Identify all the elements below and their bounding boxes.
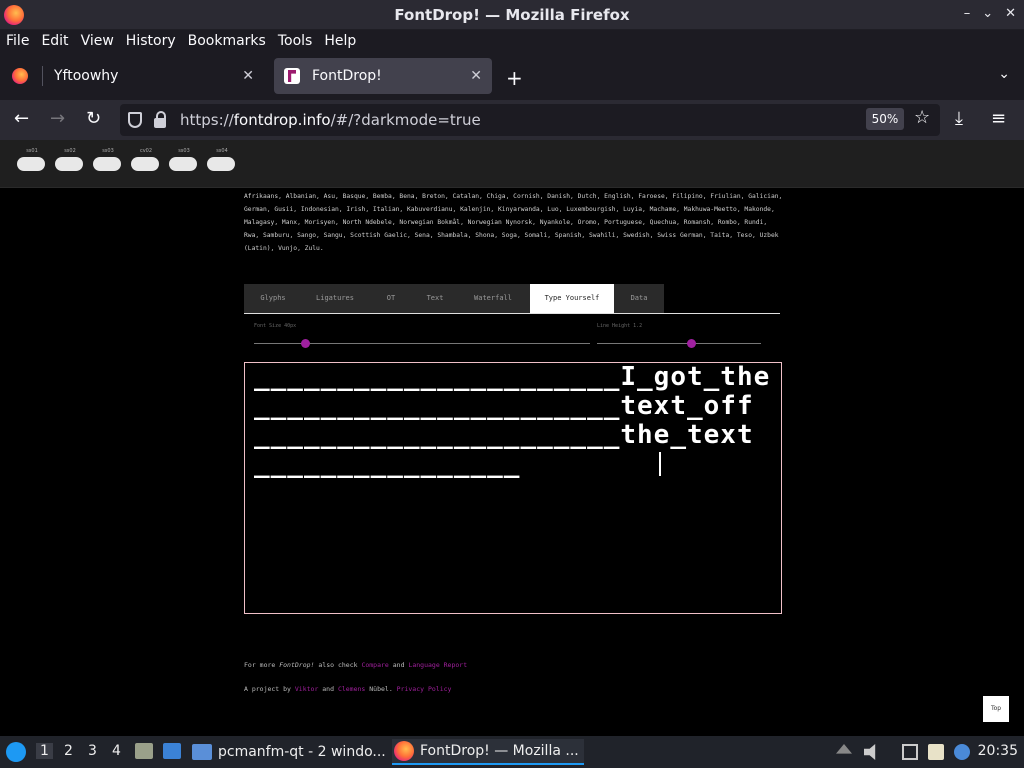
menu-edit[interactable]: Edit xyxy=(41,33,68,49)
fd-tab-type-yourself[interactable]: Type Yourself xyxy=(530,284,614,313)
toggle-switch[interactable] xyxy=(169,157,197,171)
font-size-label: Font Size 40px xyxy=(254,323,297,329)
desktop-icon[interactable] xyxy=(163,743,181,759)
fd-tab-glyphs[interactable]: Glyphs xyxy=(244,284,302,313)
viktor-link[interactable]: Viktor xyxy=(295,685,318,693)
navigation-toolbar: ← → ↻ https://fontdrop.info/#/?darkmode=… xyxy=(0,100,1024,140)
menu-tools[interactable]: Tools xyxy=(278,33,313,49)
forward-button[interactable]: → xyxy=(50,108,65,129)
tab-fontdrop[interactable]: FontDrop! ✕ xyxy=(274,58,492,94)
toggle-switch[interactable] xyxy=(93,157,121,171)
downloads-icon[interactable]: ⤓ xyxy=(955,108,963,129)
new-tab-button[interactable]: + xyxy=(506,66,523,90)
task-label: FontDrop! — Mozilla ... xyxy=(420,743,579,759)
footer-line-1: For more FontDrop! also check Compare an… xyxy=(244,661,468,669)
minimize-button[interactable]: – xyxy=(964,6,971,21)
typed-line-3: ______________________the_text xyxy=(254,420,754,450)
tab-label: FontDrop! xyxy=(312,68,382,84)
feature-toggles-bar: ss01 ss02 ss03 cv02 ss03 ss04 xyxy=(0,140,1024,188)
zoom-level-button[interactable]: 50% xyxy=(866,108,904,130)
toggle-ss02[interactable]: ss02 xyxy=(55,148,85,171)
workspace-1[interactable]: 1 xyxy=(36,743,53,759)
privacy-policy-link[interactable]: Privacy Policy xyxy=(397,685,452,693)
menu-bar: File Edit View History Bookmarks Tools H… xyxy=(0,30,1024,52)
menu-view[interactable]: View xyxy=(81,33,114,49)
web-content: ss01 ss02 ss03 cv02 ss03 ss04 Afrikaans,… xyxy=(0,140,1024,736)
supported-languages-text: Afrikaans, Albanian, Asu, Basque, Bemba,… xyxy=(244,193,783,252)
footer-line-2: A project by Viktor and Clemens Nübel. P… xyxy=(244,685,452,693)
list-all-tabs-button[interactable]: ⌄ xyxy=(998,66,1010,82)
start-menu-icon[interactable] xyxy=(6,742,26,762)
url-text[interactable]: https://fontdrop.info/#/?darkmode=true xyxy=(180,111,481,129)
tray-up-arrow-icon[interactable] xyxy=(836,744,852,754)
line-height-label: Line Height 1.2 xyxy=(597,323,643,329)
line-height-slider-thumb[interactable] xyxy=(687,339,696,348)
menu-bookmarks[interactable]: Bookmarks xyxy=(188,33,266,49)
firefox-logo-icon xyxy=(4,5,24,25)
archive-app-icon[interactable] xyxy=(135,743,153,759)
tab-strip: Yftoowhy ✕ FontDrop! ✕ + ⌄ xyxy=(0,52,1024,100)
volume-icon[interactable] xyxy=(864,744,876,760)
maximize-button[interactable]: ⌄ xyxy=(982,6,993,21)
task-pcmanfm[interactable]: pcmanfm-qt - 2 windo... xyxy=(192,739,388,765)
text-caret xyxy=(659,452,661,476)
tab-close-icon[interactable]: ✕ xyxy=(242,68,254,84)
toggle-ss03b[interactable]: ss03 xyxy=(169,148,199,171)
folder-icon xyxy=(192,744,212,760)
network-icon[interactable] xyxy=(902,744,918,760)
notification-icon[interactable] xyxy=(954,744,970,760)
close-window-button[interactable]: ✕ xyxy=(1005,6,1016,21)
scroll-top-button[interactable]: Top xyxy=(983,696,1009,722)
tab-close-icon[interactable]: ✕ xyxy=(470,68,482,84)
toggle-switch[interactable] xyxy=(17,157,45,171)
tab-label: Yftoowhy xyxy=(54,68,119,84)
workspace-4[interactable]: 4 xyxy=(112,743,121,759)
lock-icon[interactable] xyxy=(154,111,166,128)
tracking-protection-shield-icon[interactable] xyxy=(128,112,142,128)
taskbar: 1 2 3 4 pcmanfm-qt - 2 windo... FontDrop… xyxy=(0,736,1024,768)
window-title: FontDrop! — Mozilla Firefox xyxy=(394,5,630,24)
tab-separator xyxy=(42,66,43,86)
url-bar[interactable]: https://fontdrop.info/#/?darkmode=true xyxy=(120,104,940,136)
font-size-slider-thumb[interactable] xyxy=(301,339,310,348)
menu-file[interactable]: File xyxy=(6,33,29,49)
toggle-ss01[interactable]: ss01 xyxy=(17,148,47,171)
typed-line-4: ________________ xyxy=(254,449,521,479)
toggle-switch[interactable] xyxy=(131,157,159,171)
language-report-link[interactable]: Language Report xyxy=(408,661,467,669)
fd-tab-ot[interactable]: OT xyxy=(368,284,414,313)
workspace-3[interactable]: 3 xyxy=(88,743,97,759)
firefox-icon xyxy=(394,741,414,761)
fontdrop-tabs: Glyphs Ligatures OT Text Waterfall Type … xyxy=(244,284,780,314)
clock: 20:35 xyxy=(977,743,1018,759)
fd-tab-waterfall[interactable]: Waterfall xyxy=(456,284,530,313)
fd-tab-ligatures[interactable]: Ligatures xyxy=(302,284,368,313)
back-button[interactable]: ← xyxy=(14,108,29,129)
clipboard-icon[interactable] xyxy=(928,744,944,760)
toggle-switch[interactable] xyxy=(55,157,83,171)
line-height-slider-track[interactable] xyxy=(597,343,761,344)
task-firefox[interactable]: FontDrop! — Mozilla ... xyxy=(392,739,584,765)
window-controls: – ⌄ ✕ xyxy=(964,6,1016,21)
fd-tab-data[interactable]: Data xyxy=(614,284,664,313)
firefox-favicon-icon xyxy=(12,68,28,84)
typed-line-2: ______________________text_off xyxy=(254,391,754,421)
task-label: pcmanfm-qt - 2 windo... xyxy=(218,744,386,760)
compare-link[interactable]: Compare xyxy=(361,661,388,669)
reload-button[interactable]: ↻ xyxy=(86,108,101,129)
fd-tab-text[interactable]: Text xyxy=(414,284,456,313)
app-menu-icon[interactable]: ≡ xyxy=(991,108,1006,129)
toggle-cv02[interactable]: cv02 xyxy=(131,148,161,171)
toggle-ss03[interactable]: ss03 xyxy=(93,148,123,171)
fontdrop-favicon-icon xyxy=(284,68,300,84)
toggle-ss04[interactable]: ss04 xyxy=(207,148,237,171)
menu-history[interactable]: History xyxy=(126,33,176,49)
typed-line-1: ______________________I_got_the xyxy=(254,362,771,392)
bookmark-star-icon[interactable]: ☆ xyxy=(914,107,930,128)
clemens-link[interactable]: Clemens xyxy=(338,685,365,693)
window-titlebar: FontDrop! — Mozilla Firefox – ⌄ ✕ xyxy=(0,0,1024,30)
toggle-switch[interactable] xyxy=(207,157,235,171)
menu-help[interactable]: Help xyxy=(324,33,356,49)
workspace-2[interactable]: 2 xyxy=(64,743,73,759)
